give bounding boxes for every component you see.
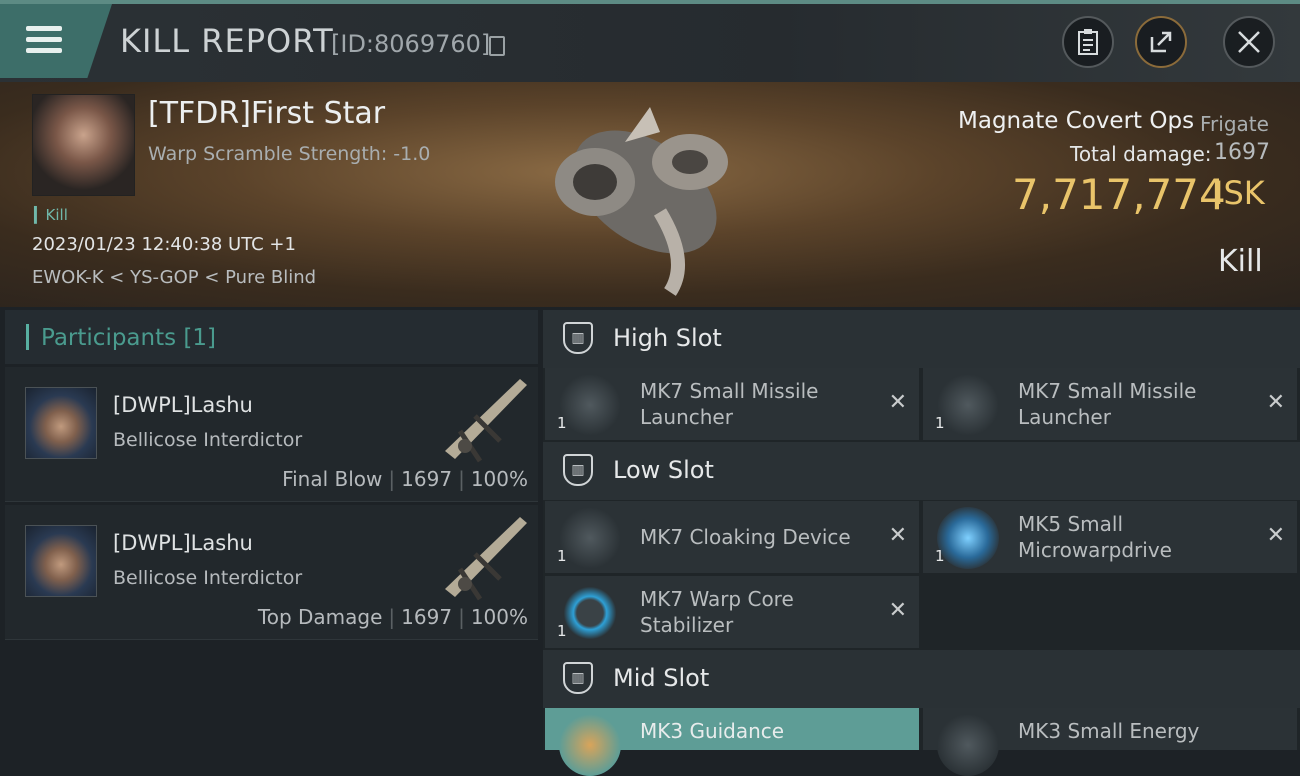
- clipboard-icon: [1078, 29, 1098, 55]
- module-item[interactable]: 1 MK7 Small Missile Launcher ✕: [923, 368, 1297, 440]
- report-id: [ID:8069760]: [331, 30, 491, 58]
- copy-icon[interactable]: [489, 36, 505, 56]
- kill-result: Kill: [1218, 244, 1263, 279]
- module-item[interactable]: 1 MK7 Small Missile Launcher ✕: [545, 368, 919, 440]
- kill-timestamp: 2023/01/23 12:40:38 UTC +1: [32, 234, 296, 255]
- module-item[interactable]: 1 MK7 Cloaking Device ✕: [545, 501, 919, 573]
- slot-title: High Slot: [613, 324, 722, 352]
- kill-tag-label: Kill: [45, 206, 68, 224]
- slot-title: Low Slot: [613, 456, 714, 484]
- total-damage-label: Total damage:: [1070, 142, 1212, 166]
- cloaking-device-icon: [559, 507, 621, 569]
- missile-launcher-icon: [559, 374, 621, 436]
- warp-core-stabilizer-icon: [559, 582, 621, 644]
- shield-icon: ▥: [563, 454, 593, 486]
- participant-stats: Top Damage | 1697 | 100%: [257, 605, 528, 629]
- victim-ship-image: [555, 107, 728, 296]
- item-quantity: 1: [557, 547, 567, 565]
- item-name: MK7 Small Missile Launcher: [1018, 379, 1197, 429]
- participant-card[interactable]: [DWPL]Lashu Bellicose Interdictor Top Da…: [5, 505, 538, 640]
- victim-portrait[interactable]: [32, 94, 135, 196]
- energy-module-icon: [937, 714, 999, 776]
- item-name: MK3 Guidance: [640, 719, 785, 743]
- share-button[interactable]: [1135, 16, 1187, 68]
- page-title: KILL REPORT: [120, 22, 334, 60]
- module-item[interactable]: MK3 Small Energy: [923, 708, 1297, 776]
- item-quantity: 1: [557, 414, 567, 432]
- participant-ship-image: [445, 517, 527, 601]
- isk-value: 7,717,774: [1012, 170, 1226, 219]
- kill-location: EWOK-K < YS-GOP < Pure Blind: [32, 267, 317, 288]
- x-icon[interactable]: ✕: [889, 598, 907, 623]
- module-item[interactable]: MK3 Guidance: [545, 708, 919, 776]
- mid-slot-header: ▥ Mid Slot: [543, 650, 1300, 708]
- x-icon[interactable]: ✕: [889, 523, 907, 548]
- x-icon[interactable]: ✕: [1267, 523, 1285, 548]
- participant-card[interactable]: [DWPL]Lashu Bellicose Interdictor Final …: [5, 367, 538, 502]
- participant-role: Top Damage: [257, 605, 383, 629]
- share-icon: [1150, 31, 1172, 53]
- low-slot-header: ▥ Low Slot: [543, 442, 1300, 500]
- microwarpdrive-icon: [937, 507, 999, 569]
- warp-scramble-strength: Warp Scramble Strength: -1.0: [148, 143, 431, 165]
- item-name: MK7 Warp Core Stabilizer: [640, 587, 794, 637]
- total-damage-value: 1697: [1214, 140, 1270, 165]
- victim-ship-class: Frigate: [1200, 112, 1269, 136]
- missile-launcher-icon: [937, 374, 999, 436]
- close-icon: [1238, 31, 1260, 53]
- high-slot-header: ▥ High Slot: [543, 310, 1300, 368]
- participant-percent: 100%: [470, 467, 528, 491]
- shield-icon: ▥: [563, 322, 593, 354]
- x-icon[interactable]: ✕: [1267, 390, 1285, 415]
- avatar: [25, 387, 97, 459]
- participant-percent: 100%: [470, 605, 528, 629]
- victim-name[interactable]: [TFDR]First Star: [148, 96, 385, 131]
- participants-title: Participants [1]: [41, 325, 217, 351]
- module-item[interactable]: 1 MK5 Small Microwarpdrive ✕: [923, 501, 1297, 573]
- participants-accent-bar: [26, 324, 29, 350]
- close-button[interactable]: [1223, 16, 1275, 68]
- participant-ship: Bellicose Interdictor: [113, 429, 303, 451]
- victim-ship-name: Magnate Covert Ops: [958, 108, 1195, 134]
- avatar: [25, 525, 97, 597]
- module-item[interactable]: 1 MK7 Warp Core Stabilizer ✕: [545, 576, 919, 648]
- participants-count: [1]: [183, 325, 217, 351]
- item-name: MK5 Small Microwarpdrive: [1018, 512, 1172, 562]
- item-quantity: 1: [935, 414, 945, 432]
- shield-icon: ▥: [563, 662, 593, 694]
- guidance-module-icon: [559, 714, 621, 776]
- item-quantity: 1: [935, 547, 945, 565]
- participant-stats: Final Blow | 1697 | 100%: [282, 467, 528, 491]
- participant-damage: 1697: [401, 605, 453, 629]
- item-name: MK7 Cloaking Device: [640, 525, 851, 549]
- participant-name: [DWPL]Lashu: [113, 393, 253, 417]
- item-name: MK3 Small Energy: [1018, 719, 1200, 743]
- x-icon[interactable]: ✕: [889, 390, 907, 415]
- participant-name: [DWPL]Lashu: [113, 531, 253, 555]
- participant-role: Final Blow: [282, 467, 383, 491]
- item-quantity: 1: [557, 622, 567, 640]
- participant-damage: 1697: [401, 467, 453, 491]
- isk-unit: ISK: [1214, 174, 1265, 212]
- kill-tag: ▎Kill: [34, 206, 68, 224]
- participant-ship: Bellicose Interdictor: [113, 567, 303, 589]
- slot-title: Mid Slot: [613, 664, 710, 692]
- clipboard-button[interactable]: [1062, 16, 1114, 68]
- participant-ship-image: [445, 379, 527, 463]
- item-name: MK7 Small Missile Launcher: [640, 379, 819, 429]
